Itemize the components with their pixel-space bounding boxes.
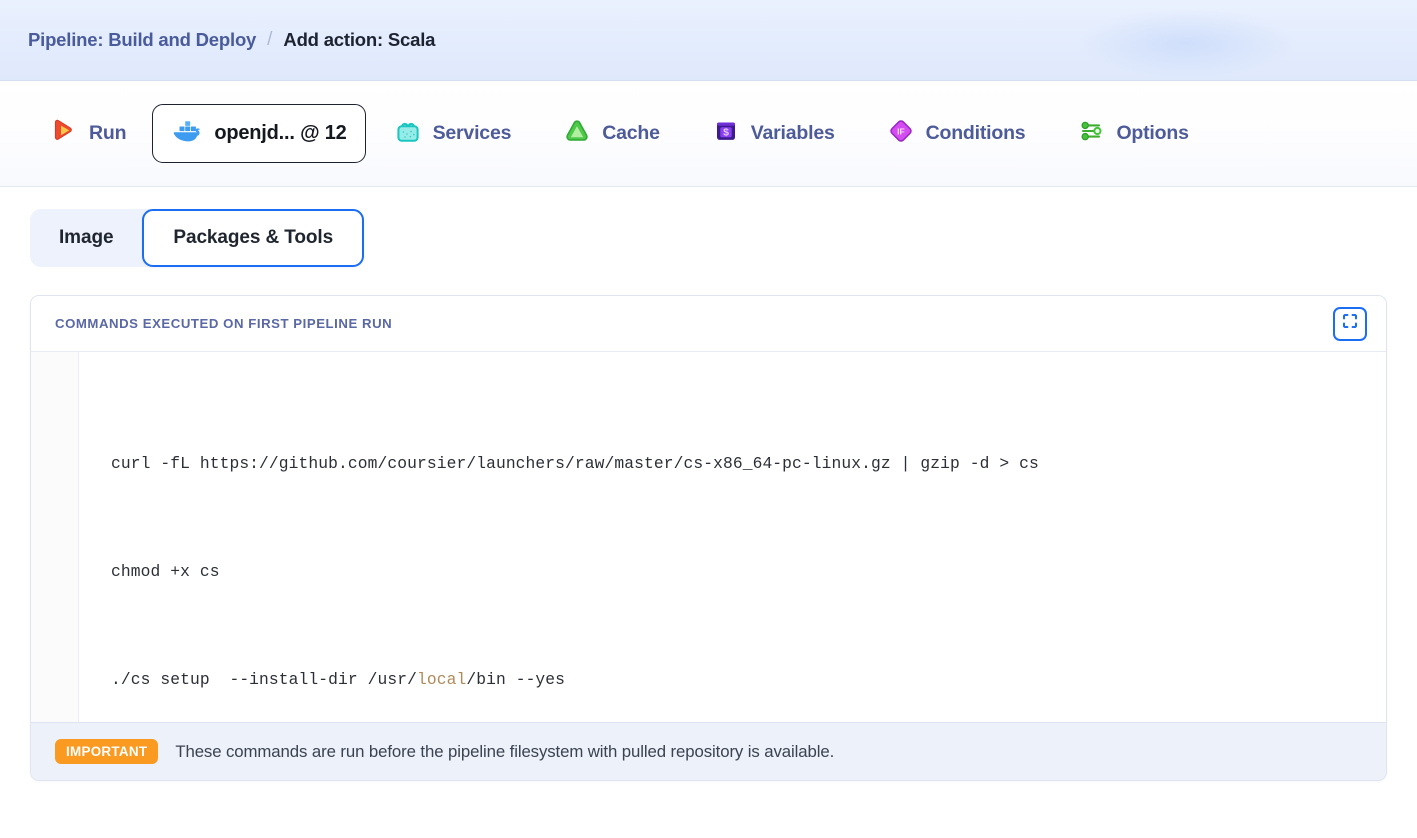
breadcrumb-separator: /	[267, 29, 273, 50]
toolbar-item-docker-label: openjd... @ 12	[214, 122, 347, 144]
code-line: ./cs setup --install-dir /usr/local/bin …	[111, 670, 566, 689]
toolbar-item-docker-image[interactable]: openjd... @ 12	[152, 104, 366, 163]
toolbar-item-services[interactable]: Services	[382, 109, 524, 158]
toolbar-item-options-label: Options	[1116, 122, 1189, 144]
toolbar-item-variables[interactable]: $ Variables	[700, 109, 847, 158]
code-content[interactable]: curl -fL https://github.com/coursier/lau…	[79, 352, 1386, 722]
run-play-icon	[50, 117, 78, 150]
toolbar-item-run-label: Run	[89, 122, 127, 144]
code-editor[interactable]: curl -fL https://github.com/coursier/lau…	[31, 352, 1386, 722]
docker-whale-icon	[171, 116, 203, 151]
toolbar-item-conditions[interactable]: IF Conditions	[875, 109, 1038, 158]
code-gutter	[31, 352, 79, 722]
variables-dollar-icon: $	[712, 117, 740, 150]
commands-card-header: COMMANDS EXECUTED ON FIRST PIPELINE RUN	[31, 296, 1386, 352]
conditions-if-icon: IF	[887, 117, 915, 150]
breadcrumb-current: Add action: Scala	[283, 29, 436, 50]
toolbar-item-services-label: Services	[432, 122, 512, 144]
action-toolbar: Run openjd... @ 12 Services Cache $ Vari…	[0, 81, 1417, 187]
breadcrumb-header: Pipeline: Build and Deploy / Add action:…	[0, 0, 1417, 81]
options-sliders-icon	[1077, 117, 1105, 150]
toolbar-item-options[interactable]: Options	[1065, 109, 1200, 158]
breadcrumb-parent-link[interactable]: Pipeline: Build and Deploy	[28, 29, 256, 51]
services-bag-icon	[394, 117, 422, 150]
tab-image[interactable]: Image	[30, 209, 142, 267]
toolbar-item-cache[interactable]: Cache	[551, 109, 672, 158]
commands-footer-note: IMPORTANT These commands are run before …	[31, 722, 1386, 780]
cache-triangle-icon	[563, 117, 591, 150]
toolbar-item-variables-label: Variables	[750, 122, 835, 144]
important-badge: IMPORTANT	[55, 738, 159, 765]
subtabs-group: Image Packages & Tools	[30, 209, 365, 267]
code-line: curl -fL https://github.com/coursier/lau…	[111, 454, 1039, 473]
fullscreen-expand-button[interactable]	[1333, 306, 1367, 341]
fullscreen-expand-icon	[1341, 312, 1359, 335]
commands-card-title: COMMANDS EXECUTED ON FIRST PIPELINE RUN	[55, 316, 393, 331]
tab-packages-and-tools[interactable]: Packages & Tools	[142, 209, 365, 267]
commands-card: COMMANDS EXECUTED ON FIRST PIPELINE RUN …	[30, 295, 1387, 781]
toolbar-item-run[interactable]: Run	[38, 109, 138, 158]
svg-text:IF: IF	[897, 126, 905, 136]
toolbar-item-cache-label: Cache	[602, 122, 660, 144]
footer-note-text: These commands are run before the pipeli…	[175, 741, 835, 761]
code-line: chmod +x cs	[111, 562, 220, 581]
svg-text:$: $	[723, 126, 729, 138]
subtabs-container: Image Packages & Tools	[0, 187, 1417, 267]
toolbar-item-conditions-label: Conditions	[925, 122, 1026, 144]
